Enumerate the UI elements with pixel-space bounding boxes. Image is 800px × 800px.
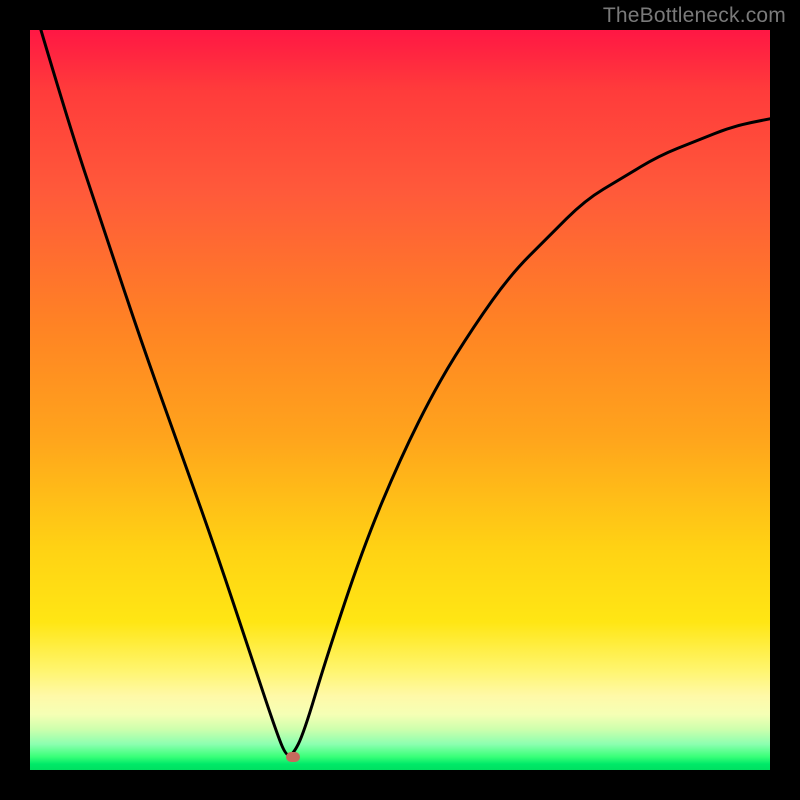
bottleneck-curve	[30, 30, 770, 770]
optimal-marker	[286, 752, 300, 762]
attribution-text: TheBottleneck.com	[603, 4, 786, 28]
chart-frame: TheBottleneck.com	[0, 0, 800, 800]
plot-area	[30, 30, 770, 770]
curve-path	[30, 0, 770, 755]
